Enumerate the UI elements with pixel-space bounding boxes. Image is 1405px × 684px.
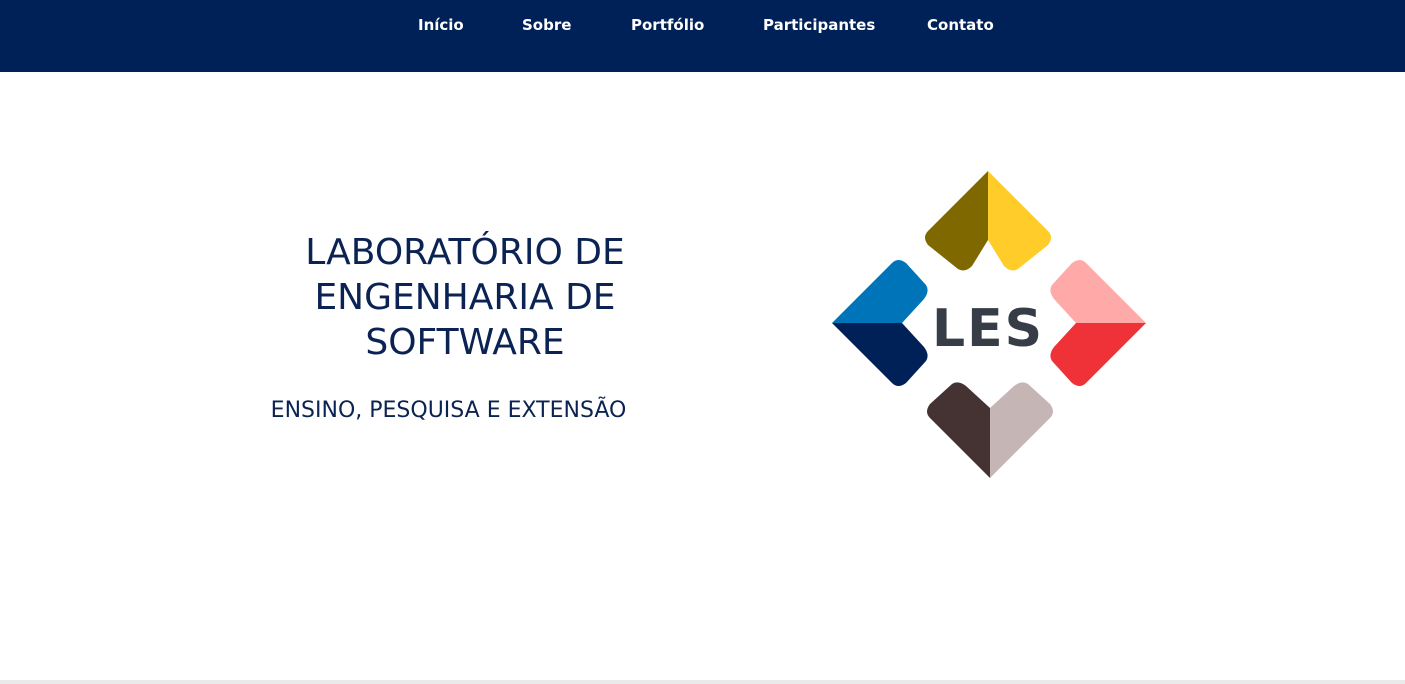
hero-title: LABORATÓRIO DE ENGENHARIA DE SOFTWARE bbox=[305, 232, 625, 363]
nav-link-participantes[interactable]: Participantes bbox=[763, 14, 875, 36]
logo-left-top-segment bbox=[832, 260, 928, 323]
nav-link-sobre[interactable]: Sobre bbox=[522, 14, 571, 36]
logo-text: LES bbox=[932, 299, 1044, 359]
logo-right-top-segment bbox=[1050, 260, 1146, 323]
logo-top-right-segment bbox=[988, 171, 1051, 271]
les-logo: LES bbox=[832, 171, 1146, 478]
nav-link-portfolio[interactable]: Portfólio bbox=[631, 14, 704, 36]
bottom-divider bbox=[0, 680, 1405, 684]
logo-top-left-segment bbox=[925, 171, 988, 271]
logo-left-bottom-segment bbox=[832, 323, 928, 386]
logo-bottom-left-segment bbox=[927, 382, 990, 478]
logo-right-bottom-segment bbox=[1050, 323, 1146, 386]
hero-subtitle: ENSINO, PESQUISA E EXTENSÃO bbox=[270, 398, 627, 423]
nav-link-inicio[interactable]: Início bbox=[418, 14, 464, 36]
logo-bottom-right-segment bbox=[990, 382, 1053, 478]
nav-link-contato[interactable]: Contato bbox=[927, 14, 994, 36]
top-navbar: Início Sobre Portfólio Participantes Con… bbox=[0, 0, 1405, 72]
